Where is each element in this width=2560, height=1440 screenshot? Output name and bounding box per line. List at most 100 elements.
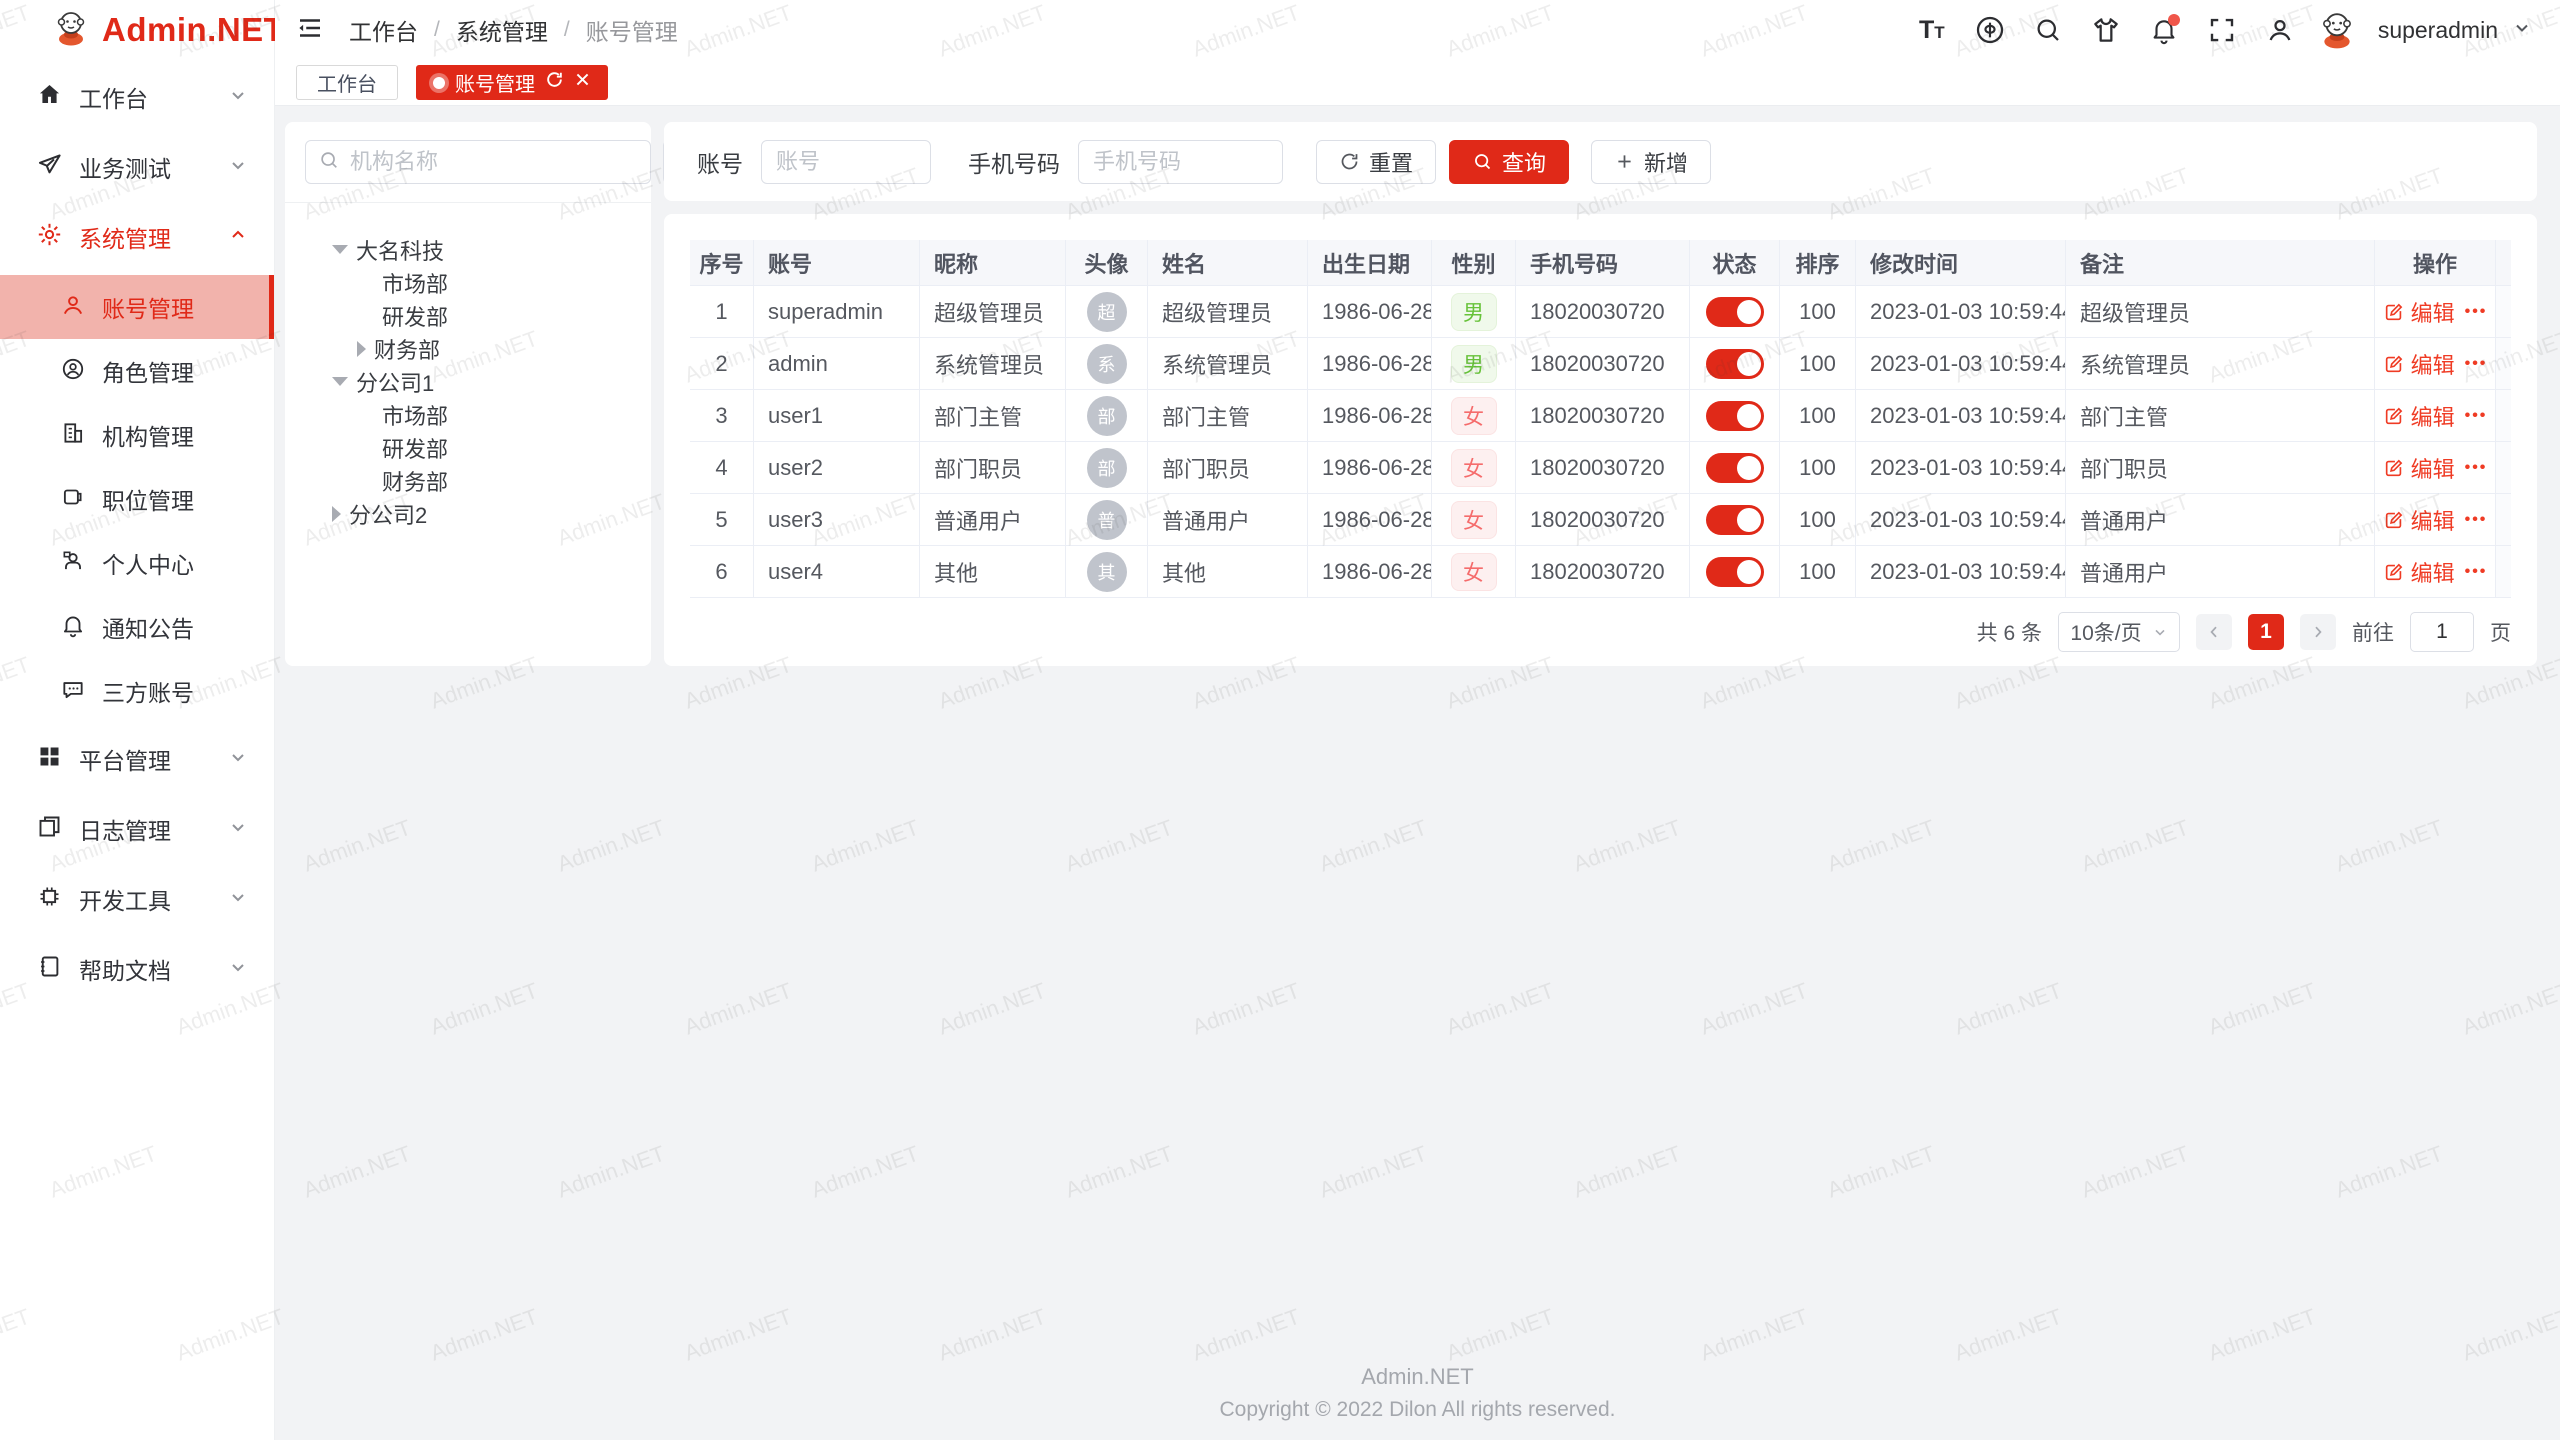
chip-icon bbox=[36, 883, 63, 915]
search-button[interactable]: 查询 bbox=[1449, 140, 1569, 184]
status-toggle[interactable] bbox=[1706, 297, 1764, 327]
org-tree-panel: 大名科技 市场部 研发部 财务部 分公司1 市场部 研发部 财务部 分公司2 bbox=[285, 122, 651, 666]
header-actions: TT superadmin bbox=[1910, 8, 2560, 52]
sidebar-item-platform-management[interactable]: 平台管理 bbox=[0, 727, 274, 791]
sidebar-item-log-management[interactable]: 日志管理 bbox=[0, 797, 274, 861]
sidebar-item-system-management[interactable]: 系统管理 bbox=[0, 205, 274, 269]
edit-button[interactable]: 编辑 bbox=[2383, 400, 2455, 432]
status-toggle[interactable] bbox=[1706, 505, 1764, 535]
page-number-active[interactable]: 1 bbox=[2248, 614, 2284, 650]
tree-node[interactable]: 市场部 bbox=[285, 398, 651, 431]
sidebar-subitem-position-management[interactable]: 职位管理 bbox=[0, 467, 274, 531]
notification-icon[interactable] bbox=[2142, 8, 2186, 52]
tab-close-icon[interactable] bbox=[574, 71, 591, 94]
more-actions-button[interactable]: ••• bbox=[2465, 459, 2488, 477]
tree-node[interactable]: 研发部 bbox=[285, 431, 651, 464]
tab-account-management[interactable]: 账号管理 bbox=[416, 65, 608, 100]
chevron-up-icon bbox=[228, 225, 248, 250]
tab-workbench[interactable]: 工作台 bbox=[296, 65, 398, 100]
tab-refresh-icon[interactable] bbox=[545, 70, 564, 95]
phone-input[interactable] bbox=[1078, 140, 1283, 184]
caret-right-icon[interactable] bbox=[332, 506, 341, 522]
home-icon bbox=[36, 81, 63, 113]
theme-icon[interactable] bbox=[2084, 8, 2128, 52]
tree-node[interactable]: 研发部 bbox=[285, 299, 651, 332]
tree-node[interactable]: 财务部 bbox=[285, 332, 651, 365]
org-search-box bbox=[305, 140, 651, 184]
breadcrumb-item[interactable]: 系统管理 bbox=[456, 13, 548, 47]
scrollbar-gutter bbox=[2496, 240, 2511, 286]
sidebar-item-business-test[interactable]: 业务测试 bbox=[0, 135, 274, 199]
total-count: 共 6 条 bbox=[1977, 617, 2042, 647]
fullscreen-icon[interactable] bbox=[2200, 8, 2244, 52]
chevron-down-icon bbox=[228, 957, 248, 982]
more-actions-button[interactable]: ••• bbox=[2465, 355, 2488, 373]
menu-fold-icon[interactable] bbox=[295, 13, 325, 48]
gender-badge: 女 bbox=[1451, 501, 1497, 539]
chevron-down-icon bbox=[228, 817, 248, 842]
gender-badge: 女 bbox=[1451, 397, 1497, 435]
more-actions-button[interactable]: ••• bbox=[2465, 563, 2488, 581]
status-toggle[interactable] bbox=[1706, 557, 1764, 587]
page-size-select[interactable]: 10条/页 bbox=[2058, 612, 2180, 652]
more-actions-button[interactable]: ••• bbox=[2465, 303, 2488, 321]
goto-page-input[interactable] bbox=[2410, 612, 2474, 652]
documents-icon bbox=[36, 813, 63, 845]
more-actions-button[interactable]: ••• bbox=[2465, 407, 2488, 425]
table-row: 6 user4 其他 其 其他 1986-06-28 女 18020030720… bbox=[690, 546, 2511, 598]
breadcrumb-item[interactable]: 工作台 bbox=[349, 13, 418, 47]
status-toggle[interactable] bbox=[1706, 453, 1764, 483]
org-search-input[interactable] bbox=[350, 149, 638, 175]
edit-button[interactable]: 编辑 bbox=[2383, 504, 2455, 536]
sidebar-subitem-personal-center[interactable]: 个人中心 bbox=[0, 531, 274, 595]
avatar: 系 bbox=[1087, 344, 1127, 384]
breadcrumb-separator: / bbox=[564, 18, 570, 42]
filter-panel: 账号 手机号码 重置 查询 新增 bbox=[664, 122, 2537, 201]
add-button[interactable]: 新增 bbox=[1591, 140, 1711, 184]
sidebar-subitem-account-management[interactable]: 账号管理 bbox=[0, 275, 274, 339]
edit-button[interactable]: 编辑 bbox=[2383, 452, 2455, 484]
caret-down-icon[interactable] bbox=[332, 377, 348, 386]
app-logo[interactable]: Admin.NET bbox=[0, 0, 274, 60]
tab-bar: 工作台 账号管理 bbox=[275, 60, 2560, 106]
reset-button[interactable]: 重置 bbox=[1316, 140, 1436, 184]
chevron-down-icon bbox=[228, 747, 248, 772]
account-input[interactable] bbox=[761, 140, 931, 184]
edit-button[interactable]: 编辑 bbox=[2383, 556, 2455, 588]
sidebar-subitem-third-party-account[interactable]: 三方账号 bbox=[0, 659, 274, 723]
caret-down-icon[interactable] bbox=[332, 245, 348, 254]
next-page-button[interactable] bbox=[2300, 614, 2336, 650]
sidebar-subitem-notice[interactable]: 通知公告 bbox=[0, 595, 274, 659]
breadcrumb-item-current: 账号管理 bbox=[586, 13, 678, 47]
edit-button[interactable]: 编辑 bbox=[2383, 348, 2455, 380]
language-icon[interactable] bbox=[1968, 8, 2012, 52]
tree-node[interactable]: 分公司2 bbox=[285, 497, 651, 530]
tree-node[interactable]: 市场部 bbox=[285, 266, 651, 299]
more-actions-button[interactable]: ••• bbox=[2465, 511, 2488, 529]
accounts-table-panel: 序号 账号 昵称 头像 姓名 出生日期 性别 手机号码 状态 排序 修改时间 备… bbox=[664, 214, 2537, 666]
sidebar-subitem-organization-management[interactable]: 机构管理 bbox=[0, 403, 274, 467]
status-toggle[interactable] bbox=[1706, 401, 1764, 431]
search-icon[interactable] bbox=[2026, 8, 2070, 52]
tree-node[interactable]: 财务部 bbox=[285, 464, 651, 497]
user-chevron-down-icon[interactable] bbox=[2512, 18, 2532, 43]
sidebar-item-help-docs[interactable]: 帮助文档 bbox=[0, 937, 274, 1001]
prev-page-button[interactable] bbox=[2196, 614, 2232, 650]
profile-icon[interactable] bbox=[2258, 8, 2302, 52]
caret-right-icon[interactable] bbox=[357, 341, 366, 357]
username[interactable]: superadmin bbox=[2378, 17, 2498, 44]
page-unit-label: 页 bbox=[2490, 617, 2511, 647]
user-avatar[interactable] bbox=[2316, 9, 2358, 51]
user-icon bbox=[60, 292, 86, 323]
sidebar-item-dev-tools[interactable]: 开发工具 bbox=[0, 867, 274, 931]
table-row: 5 user3 普通用户 普 普通用户 1986-06-28 女 1802003… bbox=[690, 494, 2511, 546]
font-size-icon[interactable]: TT bbox=[1910, 8, 1954, 52]
status-toggle[interactable] bbox=[1706, 349, 1764, 379]
sidebar-subitem-role-management[interactable]: 角色管理 bbox=[0, 339, 274, 403]
tree-node[interactable]: 分公司1 bbox=[285, 365, 651, 398]
monkey-logo-icon bbox=[52, 9, 90, 52]
edit-button[interactable]: 编辑 bbox=[2383, 296, 2455, 328]
sidebar-item-workbench[interactable]: 工作台 bbox=[0, 65, 274, 129]
tree-node[interactable]: 大名科技 bbox=[285, 233, 651, 266]
pagination: 共 6 条 10条/页 1 前往 页 bbox=[1977, 610, 2511, 654]
